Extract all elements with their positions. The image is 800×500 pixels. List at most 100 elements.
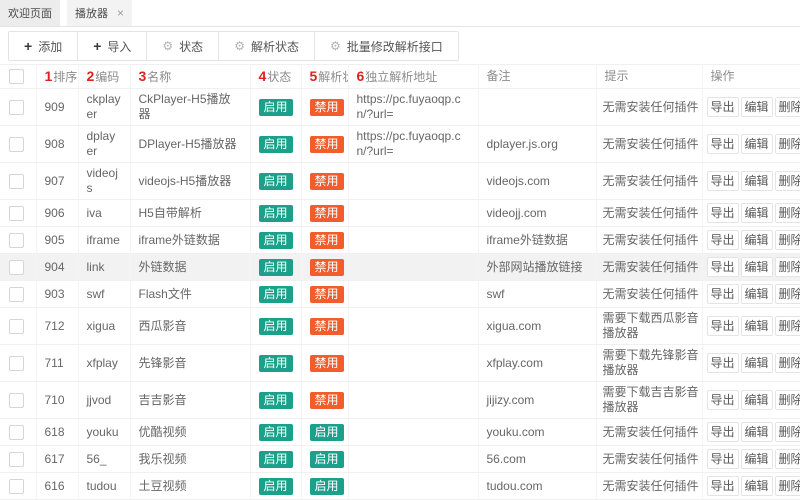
select-all-checkbox[interactable] [9,69,24,84]
edit-button[interactable]: 编辑 [741,476,773,496]
row-checkbox[interactable] [9,452,24,467]
export-button[interactable]: 导出 [707,353,739,373]
delete-button[interactable]: 删除 [775,230,800,250]
row-checkbox[interactable] [9,100,24,115]
code-cell: iva [78,200,130,227]
export-button[interactable]: 导出 [707,203,739,223]
delete-button[interactable]: 删除 [775,390,800,410]
delete-button[interactable]: 删除 [775,284,800,304]
code-cell: jjvod [78,382,130,419]
export-button[interactable]: 导出 [707,422,739,442]
tab-player[interactable]: 播放器 × [67,0,132,26]
delete-button[interactable]: 删除 [775,203,800,223]
edit-button[interactable]: 编辑 [741,97,773,117]
remark-cell: videojj.com [478,200,596,227]
parse-status-badge: 禁用 [310,173,344,190]
add-button[interactable]: + 添加 [9,32,78,60]
export-button[interactable]: 导出 [707,316,739,336]
delete-button[interactable]: 删除 [775,97,800,117]
remark-cell: dplayer.js.org [478,126,596,163]
hint-cell: 无需安装任何插件 [596,446,702,473]
name-cell: 西瓜影音 [130,308,250,345]
row-checkbox[interactable] [9,233,24,248]
export-button[interactable]: 导出 [707,449,739,469]
status-button[interactable]: ⚙ 状态 [147,32,219,60]
edit-button[interactable]: 编辑 [741,353,773,373]
column-header: 1排序 [36,65,78,89]
row-checkbox[interactable] [9,479,24,494]
tab-bar: 欢迎页面 播放器 × [0,0,800,27]
parse-status-badge: 禁用 [310,232,344,249]
tab-player-label: 播放器 [75,5,108,21]
export-button[interactable]: 导出 [707,284,739,304]
remark-cell: 外部网站播放链接 [478,254,596,281]
code-cell: link [78,254,130,281]
row-checkbox[interactable] [9,137,24,152]
row-checkbox[interactable] [9,356,24,371]
delete-button[interactable]: 删除 [775,316,800,336]
url-cell [348,382,478,419]
batch-modify-button[interactable]: ⚙ 批量修改解析接口 [315,32,458,60]
row-checkbox[interactable] [9,393,24,408]
remark-cell: xigua.com [478,308,596,345]
close-icon[interactable]: × [117,7,124,19]
export-button[interactable]: 导出 [707,476,739,496]
table-body: 909ckplayerCkPlayer-H5播放器启用禁用https://pc.… [0,89,800,500]
remark-cell: youku.com [478,419,596,446]
delete-button[interactable]: 删除 [775,257,800,277]
name-cell: 先锋影音 [130,345,250,382]
parse-status-badge: 禁用 [310,259,344,276]
edit-button[interactable]: 编辑 [741,284,773,304]
row-checkbox[interactable] [9,287,24,302]
delete-button[interactable]: 删除 [775,422,800,442]
edit-button[interactable]: 编辑 [741,230,773,250]
row-checkbox[interactable] [9,260,24,275]
parse-status-badge: 禁用 [310,355,344,372]
export-button[interactable]: 导出 [707,134,739,154]
hint-cell: 无需安装任何插件 [596,281,702,308]
actions-cell: 导出编辑删除 [702,382,800,419]
export-button[interactable]: 导出 [707,390,739,410]
edit-button[interactable]: 编辑 [741,171,773,191]
delete-button[interactable]: 删除 [775,476,800,496]
row-checkbox[interactable] [9,425,24,440]
hint-cell: 需要下载吉吉影音播放器 [596,382,702,419]
delete-button[interactable]: 删除 [775,134,800,154]
tab-welcome[interactable]: 欢迎页面 [0,0,60,26]
status-badge: 启用 [259,424,293,441]
edit-button[interactable]: 编辑 [741,449,773,469]
column-marker: 6 [357,68,365,84]
url-cell [348,473,478,500]
edit-button[interactable]: 编辑 [741,257,773,277]
remark-cell: iframe外链数据 [478,227,596,254]
row-checkbox[interactable] [9,174,24,189]
status-badge: 启用 [259,478,293,495]
status-badge: 启用 [259,451,293,468]
hint-cell: 无需安装任何插件 [596,126,702,163]
export-button[interactable]: 导出 [707,97,739,117]
edit-button[interactable]: 编辑 [741,316,773,336]
table-row: 906ivaH5自带解析启用禁用videojj.com无需安装任何插件导出编辑删… [0,200,800,227]
export-button[interactable]: 导出 [707,230,739,250]
name-cell: videojs-H5播放器 [130,163,250,200]
sort-cell: 906 [36,200,78,227]
edit-button[interactable]: 编辑 [741,422,773,442]
sort-cell: 908 [36,126,78,163]
name-cell: 我乐视频 [130,446,250,473]
gear-icon: ⚙ [234,40,245,52]
delete-button[interactable]: 删除 [775,353,800,373]
status-badge: 启用 [259,173,293,190]
export-button[interactable]: 导出 [707,257,739,277]
row-checkbox[interactable] [9,206,24,221]
delete-button[interactable]: 删除 [775,171,800,191]
row-checkbox[interactable] [9,319,24,334]
edit-button[interactable]: 编辑 [741,203,773,223]
edit-button[interactable]: 编辑 [741,390,773,410]
import-button[interactable]: + 导入 [78,32,147,60]
parse-status-button[interactable]: ⚙ 解析状态 [219,32,315,60]
delete-button[interactable]: 删除 [775,449,800,469]
status-badge: 启用 [259,355,293,372]
edit-button[interactable]: 编辑 [741,134,773,154]
code-cell: ckplayer [78,89,130,126]
export-button[interactable]: 导出 [707,171,739,191]
